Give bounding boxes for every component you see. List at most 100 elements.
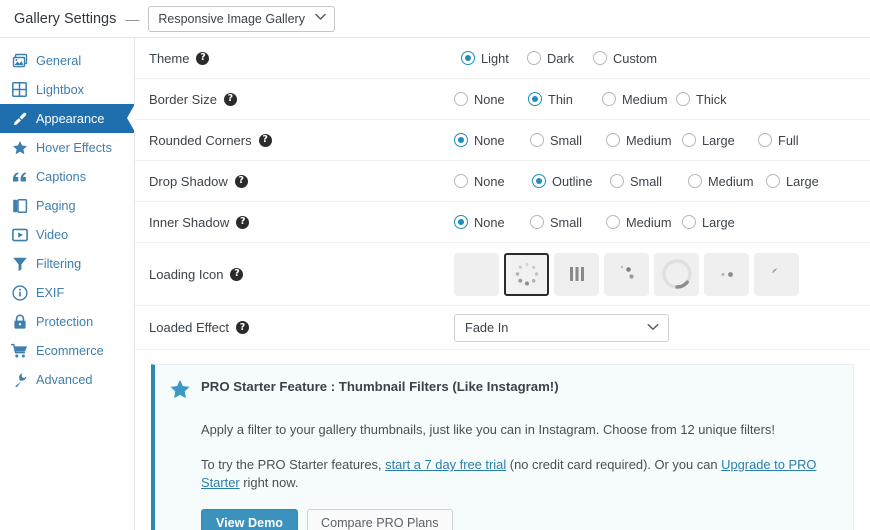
sidebar-item-video[interactable]: Video bbox=[0, 220, 134, 249]
help-icon[interactable]: ? bbox=[230, 267, 244, 281]
radio-dropshadow-large[interactable]: Large bbox=[766, 174, 844, 189]
sidebar-item-label: Captions bbox=[36, 169, 87, 184]
cart-icon bbox=[11, 342, 28, 359]
sidebar-item-label: Hover Effects bbox=[36, 140, 112, 155]
sidebar-item-ecommerce[interactable]: Ecommerce bbox=[0, 336, 134, 365]
radio-theme-light[interactable]: Light bbox=[461, 51, 527, 66]
help-icon[interactable]: ? bbox=[234, 174, 248, 188]
loading-icon-comet-spinner[interactable] bbox=[754, 252, 799, 296]
ring-arc-spinner-icon bbox=[661, 259, 692, 289]
loaded-effect-control: Fade In bbox=[324, 313, 669, 342]
radio-dot bbox=[454, 215, 468, 229]
radio-theme-custom[interactable]: Custom bbox=[593, 51, 659, 66]
sidebar-item-hover-effects[interactable]: Hover Effects bbox=[0, 133, 134, 162]
sidebar-item-lightbox[interactable]: Lightbox bbox=[0, 75, 134, 104]
lock-icon bbox=[11, 313, 28, 330]
sidebar-item-label: Filtering bbox=[36, 256, 82, 271]
radio-dropshadow-none[interactable]: None bbox=[454, 174, 532, 189]
gallery-selector-value: Responsive Image Gallery bbox=[158, 11, 305, 26]
setting-row-loaded-effect: Loaded Effect ? Fade In bbox=[135, 306, 870, 350]
setting-row-loading-icon: Loading Icon ? bbox=[135, 243, 870, 306]
help-icon[interactable]: ? bbox=[258, 133, 272, 147]
pro-promo-header: PRO Starter Feature : Thumbnail Filters … bbox=[169, 378, 837, 404]
cta-prefix: To try the PRO Starter features, bbox=[201, 457, 386, 472]
loading-icon-dots-ring-spinner[interactable] bbox=[504, 252, 549, 296]
compare-pro-plans-button[interactable]: Compare PRO Plans bbox=[306, 509, 453, 530]
help-icon[interactable]: ? bbox=[223, 92, 237, 106]
radio-dot bbox=[454, 133, 468, 147]
loading-icon-bars-spinner[interactable] bbox=[554, 252, 599, 296]
sidebar-item-label: Protection bbox=[36, 314, 94, 329]
sidebar-item-label: Ecommerce bbox=[36, 343, 104, 358]
dots-ring-spinner-icon bbox=[515, 263, 538, 286]
radio-corners-none[interactable]: None bbox=[454, 133, 530, 148]
free-trial-link[interactable]: start a 7 day free trial bbox=[385, 457, 506, 472]
two-dots-spinner-icon bbox=[721, 272, 733, 277]
book-icon bbox=[11, 197, 28, 214]
radio-group-inner-shadow: None Small Medium Large bbox=[324, 215, 758, 230]
pro-promo-paragraph: Apply a filter to your gallery thumbnail… bbox=[201, 422, 775, 437]
radio-innershadow-small[interactable]: Small bbox=[530, 215, 606, 230]
setting-row-drop-shadow: Drop Shadow ? None Outline Small Medium … bbox=[135, 161, 870, 202]
radio-corners-full[interactable]: Full bbox=[758, 133, 834, 148]
loaded-effect-select[interactable]: Fade In bbox=[454, 313, 669, 342]
radio-dot bbox=[602, 92, 616, 106]
play-icon bbox=[11, 226, 28, 243]
loading-icon-ring-arc-spinner[interactable] bbox=[654, 252, 699, 296]
sidebar-item-general[interactable]: General bbox=[0, 46, 134, 75]
setting-row-rounded-corners: Rounded Corners ? None Small Medium Larg… bbox=[135, 120, 870, 161]
help-icon[interactable]: ? bbox=[236, 215, 250, 229]
radio-border-thick[interactable]: Thick bbox=[676, 92, 750, 107]
help-icon[interactable]: ? bbox=[196, 51, 210, 65]
sidebar-item-filtering[interactable]: Filtering bbox=[0, 249, 134, 278]
comet-spinner-icon bbox=[771, 268, 777, 273]
radio-dot bbox=[610, 174, 624, 188]
sidebar-item-paging[interactable]: Paging bbox=[0, 191, 134, 220]
sidebar-item-protection[interactable]: Protection bbox=[0, 307, 134, 336]
setting-row-inner-shadow: Inner Shadow ? None Small Medium Large bbox=[135, 202, 870, 243]
sidebar-item-label: Advanced bbox=[36, 372, 93, 387]
radio-corners-large[interactable]: Large bbox=[682, 133, 758, 148]
radio-innershadow-medium[interactable]: Medium bbox=[606, 215, 682, 230]
help-icon[interactable]: ? bbox=[236, 321, 249, 334]
sidebar-item-advanced[interactable]: Advanced bbox=[0, 365, 134, 394]
pro-promo-title: PRO Starter Feature : Thumbnail Filters … bbox=[201, 379, 559, 394]
gallery-selector[interactable]: Responsive Image Gallery bbox=[148, 5, 335, 32]
setting-row-border-size: Border Size ? None Thin Medium Thick bbox=[135, 79, 870, 120]
radio-corners-medium[interactable]: Medium bbox=[606, 133, 682, 148]
quote-icon bbox=[11, 168, 28, 185]
sidebar-item-appearance[interactable]: Appearance bbox=[0, 104, 135, 133]
radio-dropshadow-outline[interactable]: Outline bbox=[532, 174, 610, 189]
radio-dot bbox=[593, 51, 607, 65]
view-demo-button[interactable]: View Demo bbox=[201, 509, 298, 530]
setting-label-drop-shadow: Drop Shadow ? bbox=[149, 174, 324, 189]
wrench-icon bbox=[11, 371, 28, 388]
title-separator: — bbox=[125, 10, 140, 27]
loading-icon-none-spinner[interactable] bbox=[454, 252, 499, 296]
radio-dot bbox=[454, 92, 468, 106]
loaded-effect-value: Fade In bbox=[465, 320, 509, 335]
radio-border-medium[interactable]: Medium bbox=[602, 92, 676, 107]
radio-dropshadow-medium[interactable]: Medium bbox=[688, 174, 766, 189]
loading-icon-orbit-dots-spinner[interactable] bbox=[604, 252, 649, 296]
radio-dropshadow-small[interactable]: Small bbox=[610, 174, 688, 189]
radio-border-none[interactable]: None bbox=[454, 92, 528, 107]
radio-dot bbox=[461, 51, 475, 65]
sidebar-item-captions[interactable]: Captions bbox=[0, 162, 134, 191]
radio-dot bbox=[676, 92, 690, 106]
radio-dot bbox=[688, 174, 702, 188]
radio-innershadow-none[interactable]: None bbox=[454, 215, 530, 230]
radio-theme-dark[interactable]: Dark bbox=[527, 51, 593, 66]
pro-promo-wrapper: PRO Starter Feature : Thumbnail Filters … bbox=[135, 350, 870, 530]
radio-innershadow-large[interactable]: Large bbox=[682, 215, 758, 230]
radio-dot bbox=[532, 174, 546, 188]
radio-corners-small[interactable]: Small bbox=[530, 133, 606, 148]
sidebar-item-exif[interactable]: EXIF bbox=[0, 278, 134, 307]
loading-icon-two-dots-spinner[interactable] bbox=[704, 252, 749, 296]
radio-group-border-size: None Thin Medium Thick bbox=[324, 92, 750, 107]
gallery-settings-screen: Gallery Settings — Responsive Image Gall… bbox=[0, 0, 870, 530]
radio-border-thin[interactable]: Thin bbox=[528, 92, 602, 107]
radio-dot bbox=[606, 215, 620, 229]
active-indicator bbox=[127, 104, 135, 132]
orbit-dots-spinner-icon bbox=[620, 265, 634, 279]
